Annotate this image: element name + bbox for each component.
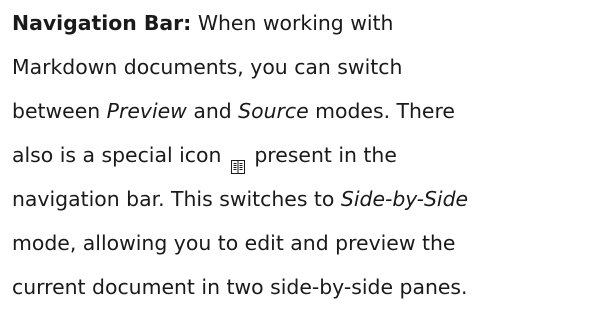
paragraph-text: mode, allowing you to edit and preview t… [12, 231, 456, 255]
paragraph-line-5: navigation bar. This switches to Side-by… [12, 177, 612, 221]
source-mode-term: Source [238, 99, 309, 123]
paragraph-line-2: Markdown documents, you can switch [12, 45, 612, 89]
paragraph-line-6: mode, allowing you to edit and preview t… [12, 221, 612, 265]
paragraph-text: present in the [247, 143, 397, 167]
paragraph-text: Markdown documents, you can switch [12, 55, 403, 79]
preview-mode-term: Preview [106, 99, 187, 123]
paragraph-line-4: also is a special icon present in the [12, 133, 612, 177]
side-by-side-icon [230, 146, 246, 174]
paragraph-text: and [186, 99, 239, 123]
paragraph-text: also is a special icon [12, 143, 228, 167]
paragraph-text: navigation bar. This switches to [12, 187, 341, 211]
side-by-side-mode-term: Side-by-Side [340, 187, 469, 211]
navigation-bar-paragraph: Navigation Bar: When working with Markdo… [12, 0, 612, 309]
navigation-bar-heading: Navigation Bar: [12, 11, 192, 35]
paragraph-text: current document in two side-by-side pan… [12, 275, 468, 299]
paragraph-text: modes. There [308, 99, 455, 123]
paragraph-line-7: current document in two side-by-side pan… [12, 265, 612, 309]
paragraph-text: When working with [191, 11, 394, 35]
paragraph-line-1: Navigation Bar: When working with [12, 1, 612, 45]
paragraph-text: between [12, 99, 107, 123]
paragraph-line-3: between Preview and Source modes. There [12, 89, 612, 133]
